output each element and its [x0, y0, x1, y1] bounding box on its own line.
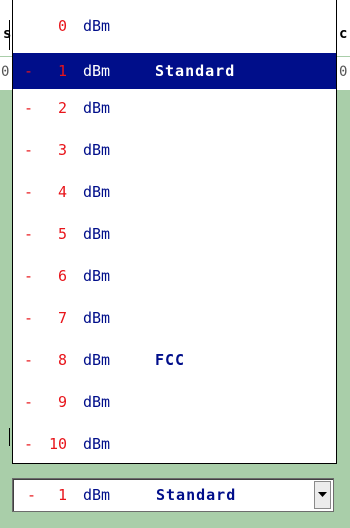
option-unit: dBm [83, 141, 111, 159]
option-value: 2 [57, 99, 67, 117]
option-sign: - [24, 141, 34, 159]
option-sign: - [24, 62, 34, 80]
dropdown-option[interactable]: - 5 dBm [13, 216, 336, 252]
background-header-left-text: s [3, 26, 12, 42]
option-sign: - [24, 225, 34, 243]
background-row-left-digit: 0 [1, 64, 10, 80]
option-unit: dBm [83, 393, 111, 411]
option-sign: - [24, 183, 34, 201]
dropdown-option[interactable]: - 2 dBm [13, 90, 336, 126]
option-value: 5 [57, 225, 67, 243]
option-value: 10 [48, 435, 67, 453]
option-unit: dBm [83, 267, 111, 285]
option-value: 8 [57, 351, 67, 369]
option-sign: - [24, 393, 34, 411]
option-value: 9 [57, 393, 67, 411]
combo-mode: Standard [156, 486, 237, 504]
dropdown-option[interactable]: -10 dBm [13, 426, 336, 462]
dropdown-option[interactable]: - 9 dBm [13, 384, 336, 420]
option-unit: dBm [83, 435, 111, 453]
chevron-down-icon [318, 492, 327, 497]
dropdown-option[interactable]: 0 dBm [13, 8, 336, 44]
option-value: 7 [57, 309, 67, 327]
power-combobox[interactable]: - 1 dBm Standard [12, 478, 334, 512]
background-header-left-divider [9, 20, 10, 50]
dropdown-option[interactable]: - 7 dBm [13, 300, 336, 336]
option-sign: - [24, 309, 34, 327]
option-value: 3 [57, 141, 67, 159]
option-sign: - [24, 99, 34, 117]
option-unit: dBm [83, 309, 111, 327]
dropdown-option[interactable]: - 4 dBm [13, 174, 336, 210]
background-left-tick [9, 428, 10, 446]
background-row-right-digit: 0 [339, 64, 348, 80]
option-value: 1 [57, 62, 67, 80]
option-value: 0 [57, 17, 67, 35]
combo-value: 1 [57, 486, 67, 504]
dropdown-option[interactable]: - 1 dBm Standard [13, 53, 336, 89]
dropdown-option[interactable]: - 8 dBm FCC [13, 342, 336, 378]
power-dropdown-list[interactable]: 0 dBm -1 dBm Standard -2 dBm -3 dBm -4 dBm -5 dBm -6 d… [12, 0, 337, 464]
combo-dropdown-button[interactable] [314, 481, 331, 509]
dropdown-option[interactable]: - 6 dBm [13, 258, 336, 294]
option-unit: dBm [83, 225, 111, 243]
option-unit: dBm [83, 183, 111, 201]
option-unit: dBm [83, 62, 111, 80]
background-header-right-text: c [339, 26, 348, 42]
combo-unit: dBm [83, 486, 111, 504]
option-mode: FCC [155, 351, 186, 369]
option-sign: - [24, 267, 34, 285]
option-value: 4 [57, 183, 67, 201]
option-unit: dBm [83, 351, 111, 369]
option-value: 6 [57, 267, 67, 285]
option-mode: Standard [155, 62, 236, 80]
combo-sign: - [27, 486, 37, 504]
option-unit: dBm [83, 17, 111, 35]
option-sign: - [24, 351, 34, 369]
option-unit: dBm [83, 99, 111, 117]
dropdown-option[interactable]: - 3 dBm [13, 132, 336, 168]
